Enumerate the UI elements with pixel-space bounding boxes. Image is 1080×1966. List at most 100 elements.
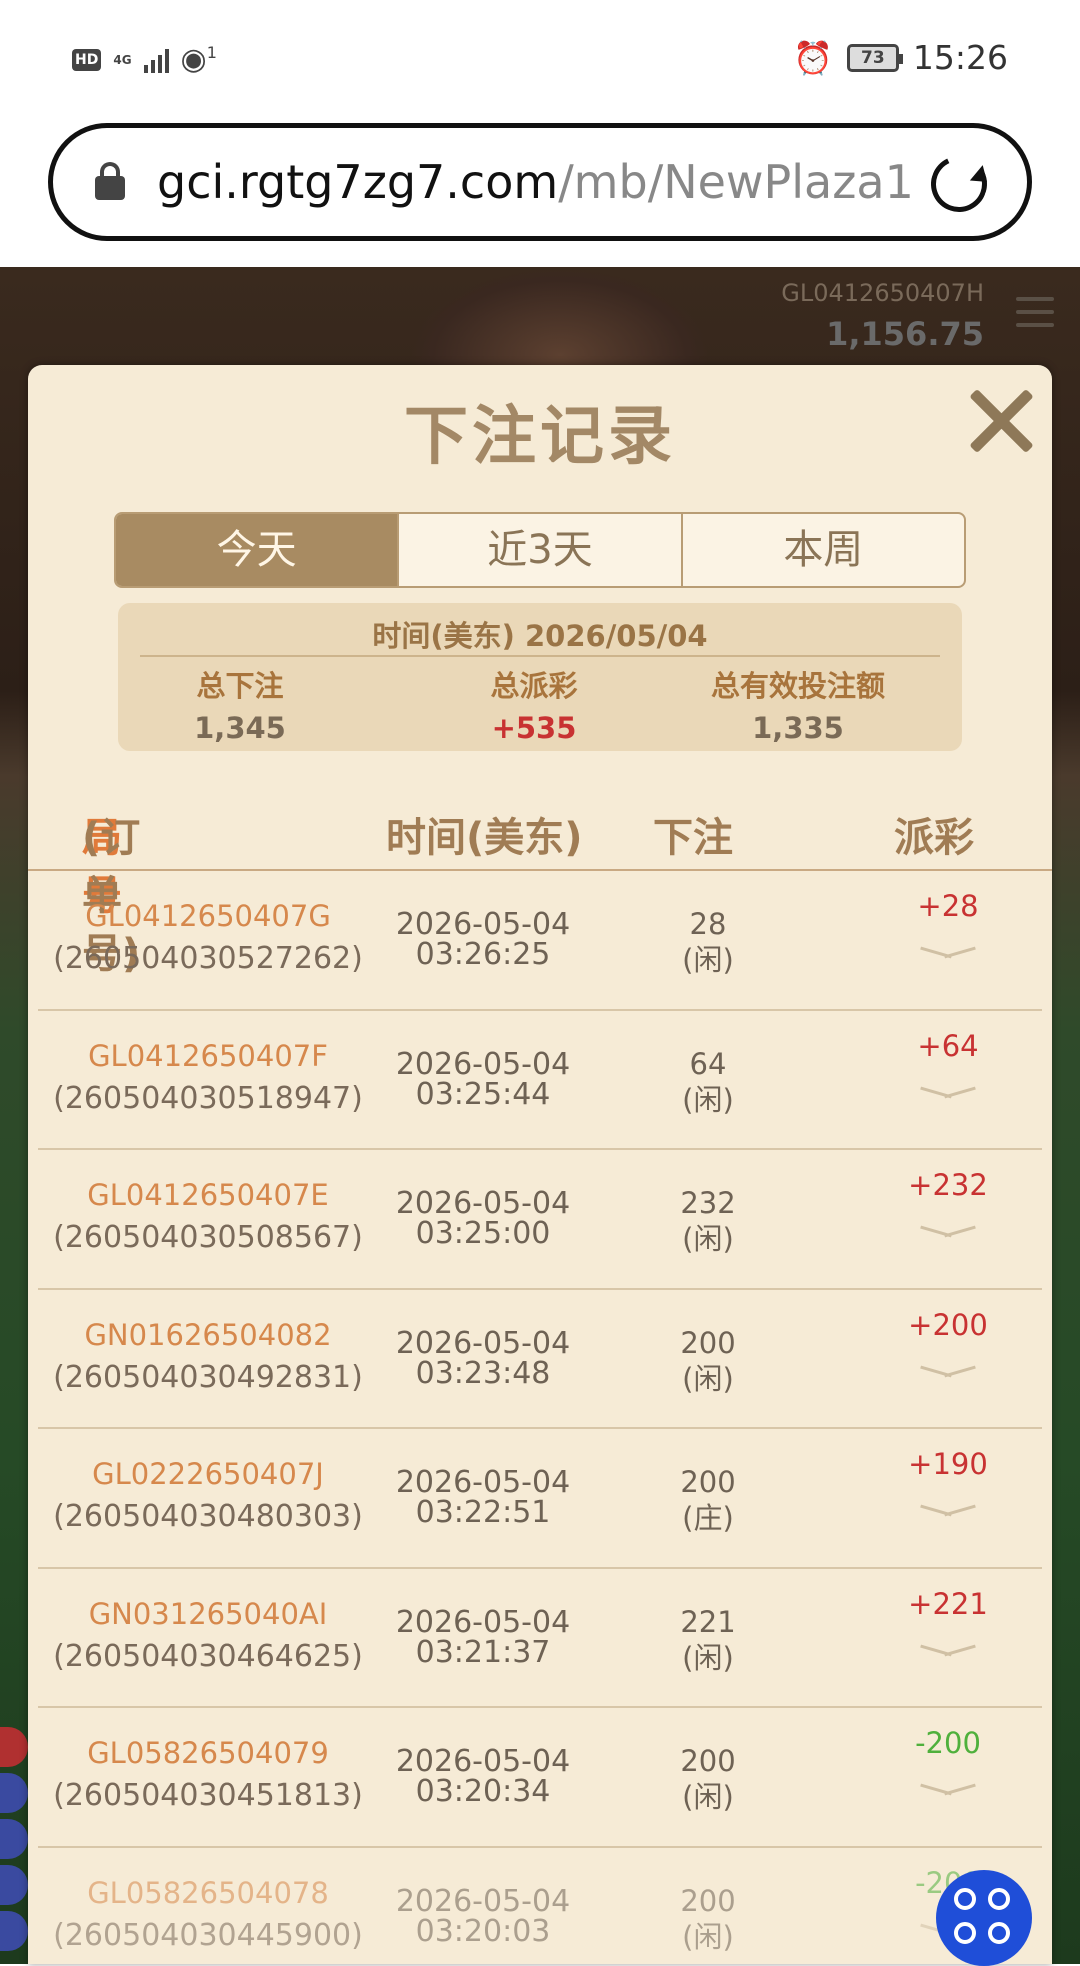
- round-id: GL0412650407F: [88, 1038, 328, 1073]
- payout-amount: -200: [915, 1726, 981, 1760]
- url-path: /mb/NewPlaza1: [558, 155, 914, 209]
- total-bet-value: 1,345: [194, 711, 286, 745]
- hd-icon: HD: [72, 48, 102, 71]
- col-payout: 派彩: [894, 815, 974, 861]
- round-id: GN01626504082: [84, 1317, 332, 1352]
- order-id: (260504030480303): [53, 1499, 363, 1534]
- chevron-down-icon[interactable]: [920, 1083, 976, 1103]
- address-bar[interactable]: gci.rgtg7zg7.com/mb/NewPlaza1: [48, 123, 1032, 241]
- payout-amount: +64: [917, 1028, 979, 1063]
- bet-amount: 200: [680, 1744, 736, 1778]
- status-right: ⏰ 73 15:26: [793, 38, 1008, 77]
- chevron-down-icon[interactable]: [920, 1641, 976, 1661]
- circle-icon: [954, 1922, 976, 1944]
- summary-total-payout: 总派彩 +535: [454, 663, 614, 745]
- side-roadmap: [0, 1727, 28, 1964]
- total-payout-value: +535: [491, 711, 577, 745]
- record-row[interactable]: GL05826504079 (260504030451813) 2026-05-04…: [38, 1708, 1042, 1848]
- bet-time: 03:25:44: [415, 1076, 551, 1112]
- record-row[interactable]: GL05826504078 (260504030445900) 2026-05-04…: [38, 1848, 1042, 1965]
- battery-icon: 73: [846, 43, 903, 72]
- order-id: (260504030451813): [53, 1778, 363, 1813]
- order-id: (260504030508567): [53, 1220, 363, 1255]
- bet-amount: 64: [689, 1046, 727, 1081]
- bet-amount: 200: [680, 1465, 736, 1499]
- payout-amount: +221: [908, 1586, 988, 1621]
- tab-this-week[interactable]: 本周: [680, 514, 964, 586]
- round-id: GL0222650407J: [92, 1457, 324, 1491]
- bet-time: 03:20:34: [415, 1774, 551, 1809]
- alarm-icon: ⏰: [793, 38, 833, 77]
- bet-amount: 200: [680, 1883, 736, 1918]
- record-row[interactable]: GL0412650407G (260504030527262) 2026-05-04…: [38, 871, 1042, 1011]
- round-id: GL05826504078: [87, 1875, 329, 1910]
- network-type: 4G: [113, 52, 132, 67]
- tab-today[interactable]: 今天: [116, 514, 398, 586]
- record-row[interactable]: GL0222650407J (260504030480303) 2026-05-04…: [38, 1429, 1042, 1569]
- clock: 15:26: [912, 38, 1008, 77]
- status-bar: HD 4G ◉1 ⏰ 73 15:26: [0, 0, 1080, 118]
- payout-amount: +200: [908, 1307, 988, 1342]
- bet-time: 03:22:51: [415, 1495, 551, 1530]
- order-id: (260504030518947): [53, 1080, 363, 1116]
- status-left: HD 4G ◉1: [72, 42, 217, 77]
- lock-icon[interactable]: [95, 162, 125, 200]
- summary-total-bet: 总下注 1,345: [160, 663, 320, 745]
- table-header: 局号 (订单号) 时间(美东) 下注 派彩: [28, 805, 1052, 977]
- bet-side: (闲): [682, 1361, 734, 1396]
- date-range-tabs: 今天 近3天 本周: [114, 512, 966, 588]
- col-bet: 下注: [653, 815, 733, 861]
- chevron-down-icon[interactable]: [920, 1362, 976, 1382]
- total-valid-label: 总有效投注额: [710, 669, 885, 703]
- bet-time: 03:26:25: [415, 937, 551, 972]
- chevron-down-icon[interactable]: [920, 1501, 976, 1521]
- summary-total-valid: 总有效投注额 1,335: [678, 663, 918, 745]
- record-list: GL0412650407G (260504030527262) 2026-05-04…: [28, 871, 1052, 1964]
- round-id: GL0412650407E: [87, 1178, 329, 1212]
- url-text[interactable]: gci.rgtg7zg7.com/mb/NewPlaza1: [157, 155, 914, 209]
- chevron-down-icon[interactable]: [920, 943, 976, 963]
- tab-last-3-days[interactable]: 近3天: [397, 514, 680, 586]
- bet-time: 03:25:00: [415, 1216, 551, 1251]
- chevron-down-icon[interactable]: [920, 1780, 976, 1800]
- reload-icon[interactable]: [923, 148, 995, 220]
- bet-time: 03:23:48: [415, 1355, 551, 1391]
- circle-icon: [954, 1888, 976, 1910]
- chevron-down-icon[interactable]: [920, 1222, 976, 1242]
- bet-side: (闲): [682, 1222, 734, 1256]
- summary-divider: [140, 655, 940, 657]
- bet-side: (闲): [682, 1780, 734, 1814]
- order-id: (260504030492831): [53, 1359, 363, 1395]
- hotspot-icon: ◉1: [180, 42, 217, 77]
- bet-side: (闲): [682, 1919, 734, 1954]
- floating-menu-button[interactable]: [936, 1870, 1032, 1966]
- bet-side: (闲): [682, 943, 734, 977]
- total-bet-label: 总下注: [196, 669, 284, 703]
- round-id: GL05826504079: [87, 1736, 329, 1770]
- modal-title: 下注记录: [404, 400, 676, 474]
- total-payout-label: 总派彩: [490, 669, 578, 703]
- record-row[interactable]: GN01626504082 (260504030492831) 2026-05-04…: [38, 1290, 1042, 1429]
- order-id: (260504030445900): [53, 1917, 363, 1953]
- payout-amount: +28: [917, 889, 979, 923]
- bet-amount: 28: [689, 907, 727, 941]
- bet-side: (闲): [682, 1640, 734, 1675]
- bet-amount: 232: [680, 1186, 736, 1220]
- dealer-image: [410, 267, 710, 377]
- order-id: (260504030527262): [53, 941, 363, 976]
- signal-icon: [143, 47, 169, 73]
- circle-icon: [988, 1888, 1010, 1910]
- bet-time: 03:20:03: [415, 1913, 551, 1949]
- account-id: GL0412650407H: [781, 279, 984, 307]
- order-id: (260504030464625): [53, 1638, 363, 1674]
- round-id: GL0412650407G: [85, 899, 331, 933]
- record-row[interactable]: GL0412650407F (260504030518947) 2026-05-04…: [38, 1011, 1042, 1150]
- summary-date: 时间(美东) 2026/05/04: [372, 619, 708, 653]
- menu-icon[interactable]: [1016, 297, 1054, 331]
- record-row[interactable]: GN031265040AI (260504030464625) 2026-05-04…: [38, 1569, 1042, 1708]
- hotspot-count: 1: [206, 43, 217, 62]
- bet-side: (庄): [682, 1501, 734, 1535]
- record-row[interactable]: GL0412650407E (260504030508567) 2026-05-04…: [38, 1150, 1042, 1290]
- bet-record-modal: 下注记录 今天 近3天 本周 时间(美东) 2026/05/04 总下注 1,3…: [28, 365, 1052, 1964]
- close-icon[interactable]: [966, 385, 1036, 455]
